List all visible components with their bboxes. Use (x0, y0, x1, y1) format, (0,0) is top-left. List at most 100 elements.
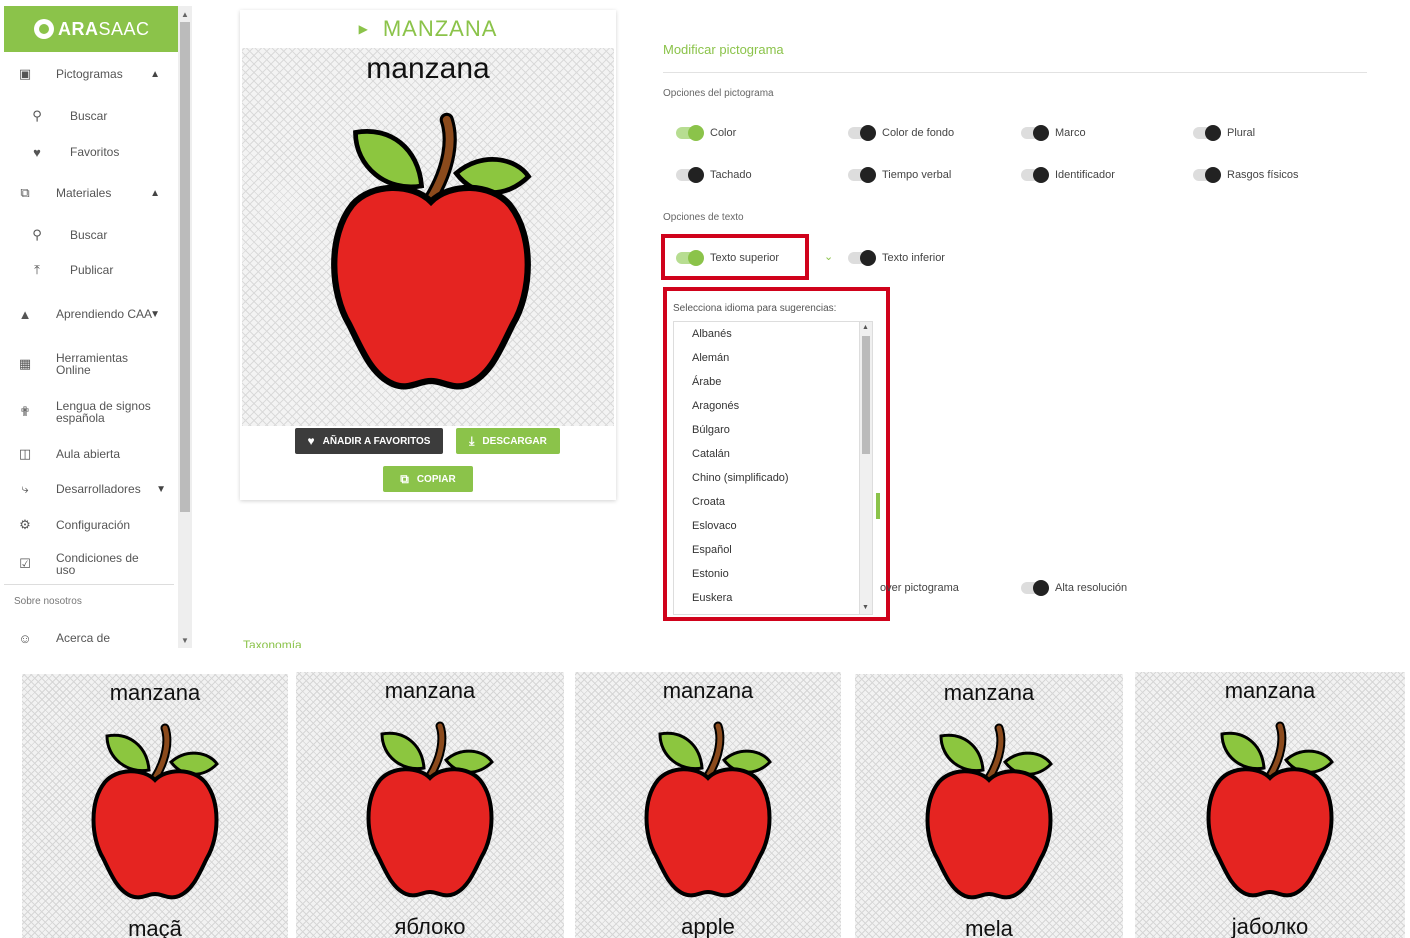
collection-icon: ⧉ (20, 185, 30, 200)
option-over-pictograma[interactable]: over pictograma (880, 582, 959, 594)
language-option[interactable]: Catalán (674, 442, 863, 466)
sidebar-divider (4, 584, 174, 585)
sidebar-item-aprendiendo-caa[interactable]: ▲ Aprendiendo CAA ▼ (4, 306, 174, 322)
classroom-icon: ◫ (18, 446, 32, 461)
language-option[interactable]: Aragonés (674, 394, 863, 418)
option-color[interactable]: Color (676, 125, 737, 141)
language-option[interactable]: Eslovaco (674, 514, 863, 538)
plural-toggle[interactable] (1193, 125, 1221, 141)
scroll-down-icon[interactable]: ▼ (862, 604, 869, 611)
example-bottom-text: яблоко (394, 914, 466, 938)
background-color-toggle[interactable] (848, 125, 876, 141)
sidebar-item-lengua-de-signos[interactable]: ✟ Lengua de signos española (4, 400, 174, 424)
accent-marker (876, 493, 880, 519)
taxonomy-heading: Taxonomía (243, 638, 302, 648)
example-bottom-text: јаболко (1231, 914, 1309, 938)
sidebar-item-label: Configuración (56, 518, 131, 532)
chevron-down-icon[interactable]: ⌄ (824, 250, 833, 263)
sidebar-scroll-thumb[interactable] (180, 22, 190, 512)
language-dropdown[interactable]: Selecciona idioma para sugerencias: Alba… (663, 287, 890, 621)
example-top-text: manzana (662, 678, 754, 703)
option-label: Color de fondo (882, 127, 955, 139)
option-texto-superior[interactable]: Texto superior (676, 250, 779, 266)
option-label: Texto inferior (882, 252, 945, 264)
language-option[interactable]: Árabe (674, 370, 863, 394)
scroll-down-icon[interactable]: ▼ (181, 636, 189, 645)
pictogram-preview: manzana (242, 48, 614, 426)
example-bottom-text: maçã (128, 916, 182, 938)
language-option[interactable]: Albanés (674, 322, 863, 346)
option-texto-inferior[interactable]: Texto inferior (848, 250, 945, 266)
search-icon: ⚲ (32, 227, 42, 242)
strikethrough-toggle[interactable] (676, 167, 704, 183)
option-color-de-fondo[interactable]: Color de fondo (848, 125, 955, 141)
option-alta-resolucion[interactable]: Alta resolución (1021, 580, 1127, 596)
sidebar-item-condiciones-de-uso[interactable]: ☑ Condiciones de uso (4, 552, 174, 576)
language-option[interactable]: Estonio (674, 562, 863, 586)
option-identificador[interactable]: Identificador (1021, 167, 1115, 183)
search-icon: ⚲ (32, 108, 42, 123)
language-scrollbar[interactable]: ▲ ▼ (859, 321, 873, 615)
language-option[interactable]: Croata (674, 490, 863, 514)
verb-tense-toggle[interactable] (848, 167, 876, 183)
chevron-up-icon: ▲ (150, 68, 160, 80)
add-to-favorites-label: AÑADIR A FAVORITOS (322, 435, 431, 447)
sidebar-item-desarrolladores[interactable]: ⤷ Desarrolladores ▼ (4, 481, 174, 497)
card-title: ▶ MANZANA (240, 10, 616, 48)
sidebar-item-favoritos[interactable]: ♥ Favoritos (4, 144, 174, 160)
example-top-text: manzana (943, 680, 1035, 705)
physical-traits-toggle[interactable] (1193, 167, 1221, 183)
option-label: Plural (1227, 127, 1256, 139)
option-tiempo-verbal[interactable]: Tiempo verbal (848, 167, 952, 183)
person-sign-icon: ✟ (19, 404, 31, 419)
option-tachado[interactable]: Tachado (676, 167, 752, 183)
language-option[interactable]: Euskera (674, 586, 863, 610)
language-scroll-thumb[interactable] (862, 336, 870, 454)
sidebar-item-label: Aula abierta (56, 447, 121, 461)
option-rasgos-fisicos[interactable]: Rasgos físicos (1193, 167, 1299, 183)
language-prompt: Selecciona idioma para sugerencias: (673, 303, 837, 314)
sidebar-item-herramientas-online[interactable]: ▦ Herramientas Online (4, 352, 174, 376)
example-pictogram-en: manzana apple (575, 672, 841, 938)
brand-logo[interactable]: ARA SAAC (4, 6, 192, 52)
sidebar-item-materiales[interactable]: ⧉ Materiales ▲ (4, 185, 174, 201)
copy-button[interactable]: ⧉ COPIAR (383, 466, 473, 492)
high-resolution-toggle[interactable] (1021, 580, 1049, 596)
download-button[interactable]: ⤓ DESCARGAR (456, 428, 560, 454)
example-bottom-text: mela (965, 916, 1013, 938)
gear-icon: ⚙ (19, 517, 31, 532)
bottom-text-toggle[interactable] (848, 250, 876, 266)
apple-pictogram-image (91, 723, 219, 900)
language-option[interactable]: Chino (simplificado) (674, 466, 863, 490)
sidebar-item-materiales-buscar[interactable]: ⚲ Buscar (4, 227, 174, 243)
language-option[interactable]: Alemán (674, 346, 863, 370)
sidebar-item-publicar[interactable]: ⤒ Publicar (4, 262, 174, 278)
sidebar-item-configuracion[interactable]: ⚙ Configuración (4, 517, 174, 533)
sidebar-item-label: Publicar (70, 263, 114, 277)
sidebar-item-pictogramas-buscar[interactable]: ⚲ Buscar (4, 108, 174, 124)
brand-name-rest: SAAC (98, 18, 150, 39)
option-plural[interactable]: Plural (1193, 125, 1256, 141)
option-label: Color (710, 127, 737, 139)
identifier-toggle[interactable] (1021, 167, 1049, 183)
sidebar-item-label: Aprendiendo CAA (56, 307, 153, 321)
language-option[interactable]: Búlgaro (674, 418, 863, 442)
option-marco[interactable]: Marco (1021, 125, 1086, 141)
image-icon: ▣ (18, 66, 32, 81)
frame-toggle[interactable] (1021, 125, 1049, 141)
example-pictogram-mk: manzana јаболко (1135, 672, 1405, 938)
people-icon: ☺ (18, 630, 32, 646)
sidebar-scrollbar[interactable]: ▲ ▼ (178, 6, 192, 648)
scroll-up-icon[interactable]: ▲ (181, 10, 189, 19)
sidebar-item-pictogramas[interactable]: ▣ Pictogramas ▲ (4, 66, 174, 82)
color-toggle[interactable] (676, 125, 704, 141)
top-text-toggle[interactable] (676, 250, 704, 266)
language-option[interactable]: Español (674, 538, 863, 562)
add-to-favorites-button[interactable]: ♥ AÑADIR A FAVORITOS (295, 428, 443, 454)
option-label: Tiempo verbal (882, 169, 952, 181)
language-list[interactable]: Albanés Alemán Árabe Aragonés Búlgaro Ca… (673, 321, 863, 615)
sidebar-item-acerca-de[interactable]: ☺ Acerca de (4, 630, 174, 646)
card-title-text: MANZANA (382, 16, 498, 41)
scroll-up-icon[interactable]: ▲ (862, 324, 869, 331)
sidebar-item-aula-abierta[interactable]: ◫ Aula abierta (4, 446, 174, 462)
